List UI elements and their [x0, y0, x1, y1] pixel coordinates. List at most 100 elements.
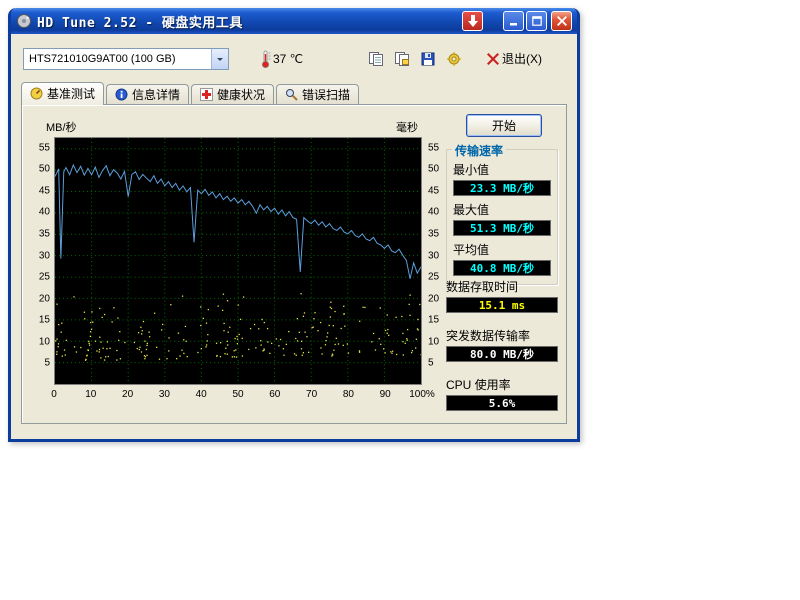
benchmark-chart [54, 137, 422, 385]
y-tick-label: 20 [39, 293, 50, 304]
tab-label: 信息详情 [132, 86, 180, 103]
burst-rate-label: 突发数据传输率 [446, 327, 558, 344]
options-button[interactable] [442, 47, 465, 70]
gear-icon [446, 51, 462, 67]
right-axis-label: 毫秒 [396, 119, 418, 135]
tab-label: 健康状况 [217, 86, 265, 103]
avg-label: 平均值 [453, 241, 551, 258]
window-title: HD Tune 2.52 - 硬盘实用工具 [37, 12, 462, 31]
scan-magnifier-icon [285, 88, 298, 101]
y-tick-label: 15 [428, 315, 439, 326]
max-label: 最大值 [453, 201, 551, 218]
health-icon [200, 88, 213, 101]
x-tick-label: 0 [51, 389, 57, 400]
x-tick-label: 30 [159, 389, 170, 400]
save-screenshot-button[interactable] [416, 47, 439, 70]
y-tick-label: 35 [39, 229, 50, 240]
min-transfer-stat: 最小值 23.3 MB/秒 [453, 161, 551, 196]
x-tick-label: 10 [85, 389, 96, 400]
maximize-button[interactable] [526, 11, 547, 31]
minimize-icon [509, 16, 519, 26]
chevron-down-icon[interactable] [211, 49, 228, 69]
temperature-value: 37 ℃ [273, 52, 303, 66]
copy-icon [368, 51, 384, 67]
download-button[interactable] [462, 11, 483, 31]
y-tick-label: 25 [39, 272, 50, 283]
titlebar[interactable]: HD Tune 2.52 - 硬盘实用工具 [11, 8, 577, 34]
window-body: HTS721010G9AT00 (100 GB) 37 ℃ [11, 34, 577, 439]
exit-button[interactable]: 退出(X) [482, 47, 547, 70]
transfer-rate-group: 传输速率 最小值 23.3 MB/秒 最大值 51.3 MB/秒 平均值 40.… [446, 149, 558, 285]
cpu-usage-value: 5.6% [446, 395, 558, 411]
toolbar: HTS721010G9AT00 (100 GB) 37 ℃ [11, 34, 577, 70]
y-tick-label: 50 [39, 164, 50, 175]
close-icon [557, 16, 567, 26]
burst-rate-value: 80.0 MB/秒 [446, 346, 558, 362]
x-tick-label: 80 [343, 389, 354, 400]
tab-health[interactable]: 健康状况 [191, 84, 274, 104]
cpu-usage-stat: CPU 使用率 5.6% [446, 376, 558, 411]
y-tick-label: 20 [428, 293, 439, 304]
download-arrow-icon [468, 15, 478, 27]
access-time-stat: 数据存取时间 15.1 ms [446, 278, 558, 313]
max-value: 51.3 MB/秒 [453, 220, 551, 236]
tab-error-scan[interactable]: 错误扫描 [276, 84, 359, 104]
y-tick-label: 35 [428, 229, 439, 240]
y-tick-label: 5 [44, 358, 50, 369]
y-tick-label: 30 [39, 250, 50, 261]
benchmark-icon [30, 87, 43, 100]
x-tick-label: 90 [380, 389, 391, 400]
y-tick-label: 40 [428, 207, 439, 218]
y-tick-label: 55 [428, 142, 439, 153]
drive-select-value: HTS721010G9AT00 (100 GB) [24, 53, 211, 65]
tab-strip: 基准测试 信息详情 健康状况 错误扫描 [21, 82, 577, 105]
avg-transfer-stat: 平均值 40.8 MB/秒 [453, 241, 551, 276]
y-tick-label: 10 [39, 336, 50, 347]
exit-x-icon [487, 53, 499, 65]
x-tick-label: 40 [196, 389, 207, 400]
transfer-rate-group-title: 传输速率 [452, 142, 506, 159]
access-time-value: 15.1 ms [446, 297, 558, 313]
info-icon [115, 88, 128, 101]
y-tick-label: 30 [428, 250, 439, 261]
minimize-button[interactable] [503, 11, 524, 31]
y-tick-label: 25 [428, 272, 439, 283]
x-tick-label: 70 [306, 389, 317, 400]
close-button[interactable] [551, 11, 572, 31]
y-tick-label: 45 [39, 185, 50, 196]
avg-value: 40.8 MB/秒 [453, 260, 551, 276]
x-axis: 0102030405060708090100% [54, 389, 422, 403]
y-tick-label: 45 [428, 185, 439, 196]
tab-benchmark[interactable]: 基准测试 [21, 82, 104, 105]
maximize-icon [532, 16, 542, 26]
tab-label: 基准测试 [47, 85, 95, 102]
burst-rate-stat: 突发数据传输率 80.0 MB/秒 [446, 327, 558, 362]
benchmark-tab-page: MB/秒 毫秒 555045403530252015105 5550454035… [21, 104, 567, 424]
hdtune-window: HD Tune 2.52 - 硬盘实用工具 HTS721010G9AT00 (1… [8, 8, 580, 442]
y-axis-left: 555045403530252015105 [26, 137, 52, 385]
cpu-usage-label: CPU 使用率 [446, 376, 558, 393]
exit-label: 退出(X) [502, 50, 542, 67]
min-value: 23.3 MB/秒 [453, 180, 551, 196]
x-tick-label: 50 [232, 389, 243, 400]
left-axis-label: MB/秒 [46, 119, 77, 135]
save-icon [420, 51, 436, 67]
max-transfer-stat: 最大值 51.3 MB/秒 [453, 201, 551, 236]
x-tick-label: 100% [409, 389, 435, 400]
y-tick-label: 40 [39, 207, 50, 218]
tab-label: 错误扫描 [302, 86, 350, 103]
x-tick-label: 60 [269, 389, 280, 400]
copy-text-button[interactable] [390, 47, 413, 70]
access-time-label: 数据存取时间 [446, 278, 558, 295]
y-tick-label: 50 [428, 164, 439, 175]
temperature-indicator: 37 ℃ [259, 49, 303, 69]
y-tick-label: 10 [428, 336, 439, 347]
copy-screenshot-button[interactable] [364, 47, 387, 70]
tab-info[interactable]: 信息详情 [106, 84, 189, 104]
start-button[interactable]: 开始 [466, 114, 542, 137]
y-tick-label: 15 [39, 315, 50, 326]
other-stats: 数据存取时间 15.1 ms 突发数据传输率 80.0 MB/秒 CPU 使用率… [446, 277, 558, 425]
y-tick-label: 5 [428, 358, 434, 369]
drive-select[interactable]: HTS721010G9AT00 (100 GB) [23, 48, 229, 70]
x-tick-label: 20 [122, 389, 133, 400]
